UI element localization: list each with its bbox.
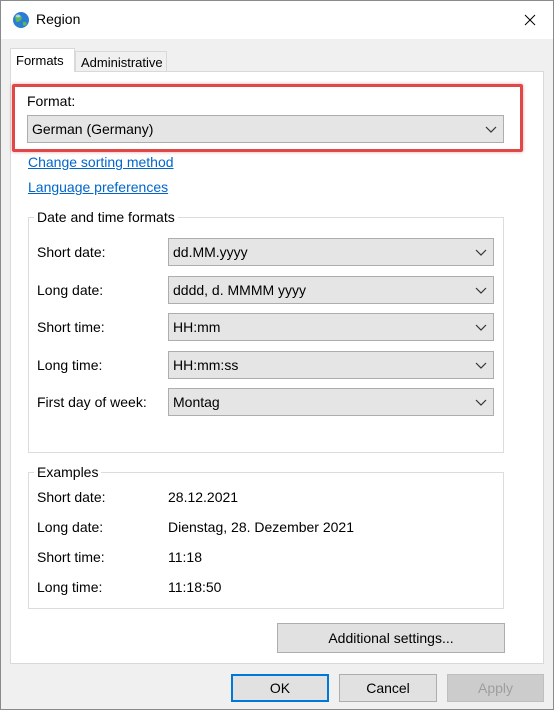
cancel-label: Cancel [366,680,410,696]
example-long-time-label: Long time: [37,579,103,595]
long-time-label: Long time: [37,357,103,373]
title-bar: Region [1,1,553,39]
additional-settings-label: Additional settings... [328,630,454,646]
close-button[interactable] [507,1,553,39]
example-short-time-label: Short time: [37,549,105,565]
apply-button[interactable]: Apply [447,674,544,702]
chevron-down-icon [475,362,487,369]
apply-label: Apply [477,680,514,696]
tab-administrative[interactable]: Administrative [75,51,167,72]
short-time-label: Short time: [37,319,105,335]
first-day-of-week-value: Montag [173,394,220,410]
tab-formats[interactable]: Formats [10,48,75,72]
tab-bar: Formats Administrative [1,39,553,72]
long-date-value: dddd, d. MMMM yyyy [173,282,307,298]
short-date-label: Short date: [37,244,106,260]
ok-label: OK [269,680,291,696]
long-time-value: HH:mm:ss [173,357,239,373]
example-short-date-value: 28.12.2021 [168,489,239,505]
chevron-down-icon [475,324,487,331]
short-time-dropdown[interactable]: HH:mm [168,313,494,341]
format-highlight [12,84,523,152]
chevron-down-icon [475,249,487,256]
short-date-value: dd.MM.yyyy [173,244,248,260]
long-time-dropdown[interactable]: HH:mm:ss [168,351,494,379]
cancel-button[interactable]: Cancel [339,674,437,702]
short-date-dropdown[interactable]: dd.MM.yyyy [168,238,494,266]
long-date-dropdown[interactable]: dddd, d. MMMM yyyy [168,276,494,304]
long-date-label: Long date: [37,282,104,298]
short-time-value: HH:mm [173,319,221,335]
tab-formats-label: Formats [16,53,64,68]
close-icon [524,14,536,26]
tab-administrative-label: Administrative [81,54,163,70]
change-sorting-link[interactable]: Change sorting method [28,154,174,170]
chevron-down-icon [475,399,487,406]
first-day-of-week-label: First day of week: [37,394,147,410]
example-short-date-label: Short date: [37,489,106,505]
additional-settings-button[interactable]: Additional settings... [277,623,505,653]
window-title: Region [36,11,81,27]
date-time-formats-title: Date and time formats [34,209,178,225]
example-long-time-value: 11:18:50 [168,579,222,595]
globe-icon [13,12,29,28]
example-short-time-value: 11:18 [168,549,202,565]
first-day-of-week-dropdown[interactable]: Montag [168,388,494,416]
ok-button[interactable]: OK [231,674,329,702]
example-long-date-label: Long date: [37,519,104,535]
region-dialog: Region Formats Administrative Format: Ge… [0,0,554,710]
language-preferences-link[interactable]: Language preferences [28,179,168,195]
example-long-date-value: Dienstag, 28. Dezember 2021 [168,519,354,535]
chevron-down-icon [475,287,487,294]
examples-title: Examples [34,464,102,480]
